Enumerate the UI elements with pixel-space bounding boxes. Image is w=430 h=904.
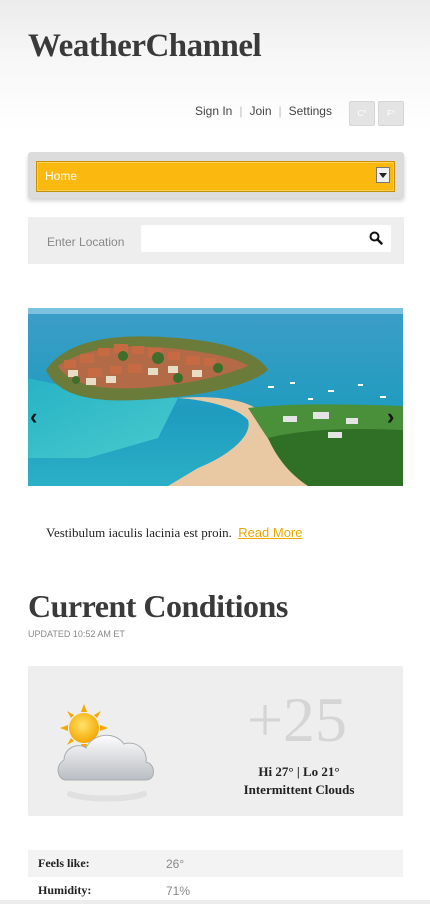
location-search: Enter Location [28, 217, 404, 264]
stats-table: Feels like: 26° Humidity: 71% [28, 850, 403, 904]
updated-timestamp: UPDATED 10:52 AM ET [28, 629, 125, 639]
dropdown-arrow-icon[interactable] [376, 167, 390, 183]
current-temperature: +25 [246, 684, 348, 755]
slider-next-icon[interactable]: › [387, 406, 401, 428]
nav-menu-container: Home [28, 152, 404, 198]
stat-value: 71% [166, 883, 191, 898]
read-more-link[interactable]: Read More [238, 525, 302, 540]
slider-image [28, 308, 403, 486]
nav-menu-selected: Home [45, 169, 78, 183]
sign-in-link[interactable]: Sign In [195, 104, 232, 118]
nav-separator: | [278, 104, 282, 118]
site-logo[interactable]: WeatherChannel [28, 28, 262, 65]
stat-label: Feels like: [38, 856, 90, 870]
nav-menu-select[interactable]: Home [36, 161, 395, 192]
fahrenheit-button[interactable]: F° [378, 101, 404, 126]
top-nav: Sign In | Join | Settings [195, 104, 332, 118]
slide-caption: Vestibulum iaculis lacinia est proin. Re… [46, 525, 303, 541]
celsius-button[interactable]: C° [349, 101, 375, 126]
nav-separator: | [239, 104, 243, 118]
hi-lo-temperature: Hi 27° | Lo 21° [258, 764, 340, 779]
weather-card: +25 Hi 27° | Lo 21° Intermittent Clouds [28, 666, 403, 816]
search-icon[interactable] [369, 231, 383, 245]
search-label: Enter Location [47, 235, 125, 249]
settings-link[interactable]: Settings [289, 104, 332, 118]
slider-prev-icon[interactable]: ‹ [30, 406, 44, 428]
stat-row-feels-like: Feels like: 26° [28, 850, 403, 877]
partly-cloudy-icon [57, 704, 154, 802]
stat-label: Humidity: [38, 883, 92, 897]
location-input[interactable] [141, 225, 391, 252]
caption-text: Vestibulum iaculis lacinia est proin. [46, 525, 232, 540]
unit-toggle: C° F° [349, 101, 404, 126]
join-link[interactable]: Join [249, 104, 271, 118]
weather-description: Intermittent Clouds [243, 782, 355, 797]
stat-value: 26° [166, 856, 185, 871]
image-slider: ‹ › [28, 308, 403, 486]
section-title: Current Conditions [28, 588, 288, 624]
